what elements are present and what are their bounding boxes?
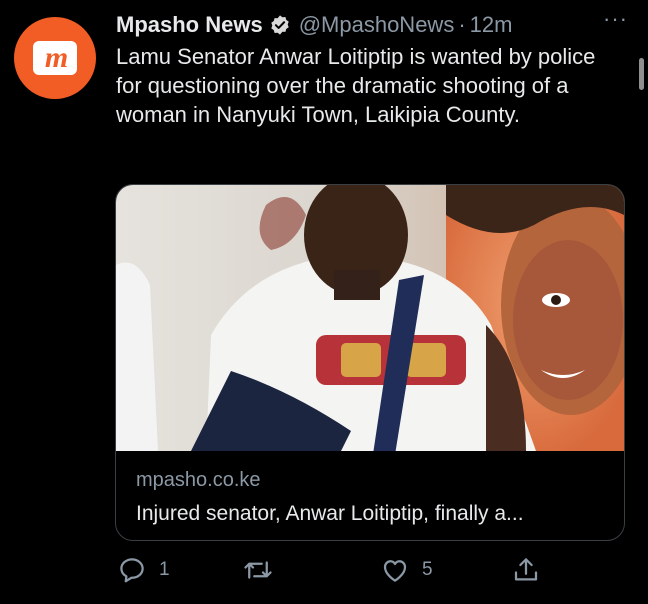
share-icon bbox=[514, 558, 538, 581]
reply-icon bbox=[120, 558, 144, 583]
card-title: Injured senator, Anwar Loitiptip, finall… bbox=[136, 502, 524, 525]
avatar-logo: m bbox=[33, 41, 77, 75]
card-footer: mpasho.co.ke Injured senator, Anwar Loit… bbox=[136, 467, 610, 529]
separator-dot: · bbox=[458, 12, 466, 37]
timestamp[interactable]: 12m bbox=[470, 12, 513, 38]
display-name[interactable]: Mpasho News bbox=[116, 12, 263, 38]
retweet-button[interactable] bbox=[243, 554, 285, 586]
handle[interactable]: @MpashoNews bbox=[299, 12, 455, 38]
card-domain: mpasho.co.ke bbox=[136, 469, 261, 491]
action-bar: 1 5 bbox=[117, 554, 547, 590]
reply-button[interactable]: 1 bbox=[117, 554, 170, 586]
more-icon[interactable]: ··· bbox=[603, 6, 628, 32]
avatar[interactable]: m bbox=[14, 17, 96, 99]
verified-badge-icon bbox=[270, 15, 289, 35]
tweet-header: Mpasho News @MpashoNews · 12m ··· bbox=[116, 6, 628, 40]
scrollbar[interactable] bbox=[639, 58, 644, 90]
tweet-text: Lamu Senator Anwar Loitiptip is wanted b… bbox=[116, 44, 596, 127]
share-button[interactable] bbox=[511, 554, 541, 586]
link-card[interactable]: mpasho.co.ke Injured senator, Anwar Loit… bbox=[115, 184, 625, 541]
retweet-icon bbox=[244, 561, 272, 579]
like-count: 5 bbox=[422, 559, 433, 580]
card-image bbox=[116, 185, 624, 451]
reply-count: 1 bbox=[159, 559, 170, 580]
like-icon bbox=[383, 560, 407, 582]
like-button[interactable]: 5 bbox=[380, 554, 433, 586]
